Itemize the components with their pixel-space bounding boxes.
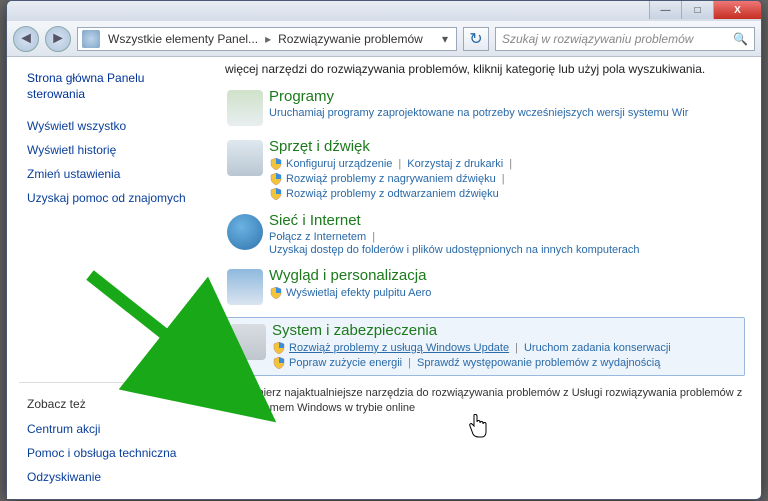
- sidebar-settings-link[interactable]: Zmień ustawienia: [27, 167, 205, 181]
- category-title[interactable]: System i zabezpieczenia: [272, 322, 742, 339]
- forward-button[interactable]: ►: [45, 26, 71, 52]
- network-icon: [225, 212, 265, 252]
- address-bar[interactable]: Wszystkie elementy Panel... ▸ Rozwiązywa…: [77, 27, 457, 51]
- use-printer-link[interactable]: Korzystaj z drukarki: [407, 158, 503, 170]
- online-tools-option: Pobierz najaktualniejsze narzędzia do ro…: [225, 386, 745, 417]
- category-title[interactable]: Wygląd i personalizacja: [269, 267, 745, 284]
- category-hardware: Sprzęt i dźwięk Konfiguruj urządzenie | …: [225, 138, 745, 202]
- category-appearance: Wygląd i personalizacja Wyświetlaj efekt…: [225, 267, 745, 307]
- system-icon: [228, 322, 268, 362]
- category-title[interactable]: Sprzęt i dźwięk: [269, 138, 745, 155]
- back-button[interactable]: ◄: [13, 26, 39, 52]
- separator: |: [502, 173, 505, 185]
- search-placeholder: Szukaj w rozwiązywaniu problemów: [502, 32, 693, 46]
- category-programs: Programy Uruchamiaj programy zaprojektow…: [225, 88, 745, 128]
- programs-icon: [225, 88, 265, 128]
- sidebar-help-support-link[interactable]: Pomoc i obsługa techniczna: [27, 446, 205, 460]
- shield-icon: [269, 172, 283, 186]
- category-title[interactable]: Sieć i Internet: [269, 212, 745, 229]
- shield-icon: [269, 286, 283, 300]
- intro-text: więcej narzędzi do rozwiązywania problem…: [225, 61, 745, 78]
- window-body: Strona główna Panelu sterowania Wyświetl…: [7, 57, 761, 499]
- aero-effects-link[interactable]: Wyświetlaj efekty pulpitu Aero: [286, 287, 431, 299]
- separator: |: [509, 158, 512, 170]
- separator: |: [372, 231, 375, 243]
- sidebar-action-center-link[interactable]: Centrum akcji: [27, 422, 205, 436]
- category-system-security[interactable]: System i zabezpieczenia Rozwiąż problemy…: [225, 317, 745, 376]
- chevron-right-icon: ▸: [262, 32, 274, 46]
- control-panel-window: — □ X ◄ ► Wszystkie elementy Panel... ▸ …: [6, 0, 762, 500]
- audio-recording-link[interactable]: Rozwiąż problemy z nagrywaniem dźwięku: [286, 173, 496, 185]
- category-title[interactable]: Programy: [269, 88, 745, 105]
- separator: |: [515, 342, 518, 354]
- maximize-button[interactable]: □: [681, 1, 713, 19]
- hardware-icon: [225, 138, 265, 178]
- search-icon[interactable]: 🔍: [733, 32, 748, 46]
- shared-folders-link[interactable]: Uzyskaj dostęp do folderów i plików udos…: [269, 244, 640, 256]
- power-usage-link[interactable]: Popraw zużycie energii: [289, 357, 402, 369]
- windows-update-troubleshoot-link[interactable]: Rozwiąż problemy z usługą Windows Update: [289, 342, 509, 354]
- shield-icon: [269, 157, 283, 171]
- control-panel-icon: [82, 30, 100, 48]
- close-button[interactable]: X: [713, 1, 761, 19]
- online-tools-checkbox[interactable]: [225, 388, 238, 401]
- connect-internet-link[interactable]: Połącz z Internetem: [269, 231, 366, 243]
- main-content: więcej narzędzi do rozwiązywania problem…: [217, 57, 761, 499]
- sidebar-show-all-link[interactable]: Wyświetl wszystko: [27, 119, 205, 133]
- minimize-button[interactable]: —: [649, 1, 681, 19]
- breadcrumb-item[interactable]: Rozwiązywanie problemów: [274, 32, 427, 46]
- sidebar-help-link[interactable]: Uzyskaj pomoc od znajomych: [27, 191, 205, 205]
- appearance-icon: [225, 267, 265, 307]
- control-panel-home-link[interactable]: Strona główna Panelu sterowania: [27, 71, 205, 102]
- maintenance-tasks-link[interactable]: Uruchom zadania konserwacji: [524, 342, 671, 354]
- divider: [19, 382, 205, 383]
- separator: |: [408, 357, 411, 369]
- titlebar: — □ X: [7, 1, 761, 21]
- chevron-down-icon[interactable]: ▾: [438, 32, 452, 46]
- sidebar: Strona główna Panelu sterowania Wyświetl…: [7, 57, 217, 499]
- shield-icon: [269, 187, 283, 201]
- configure-device-link[interactable]: Konfiguruj urządzenie: [286, 158, 392, 170]
- programs-compatibility-link[interactable]: Uruchamiaj programy zaprojektowane na po…: [269, 107, 745, 119]
- category-network: Sieć i Internet Połącz z Internetem | Uz…: [225, 212, 745, 257]
- performance-problems-link[interactable]: Sprawdź występowanie problemów z wydajno…: [417, 357, 660, 369]
- toolbar: ◄ ► Wszystkie elementy Panel... ▸ Rozwią…: [7, 21, 761, 57]
- shield-icon: [272, 341, 286, 355]
- refresh-button[interactable]: ↻: [463, 27, 489, 51]
- shield-icon: [272, 356, 286, 370]
- online-tools-label: Pobierz najaktualniejsze narzędzia do ro…: [244, 386, 745, 417]
- see-also-heading: Zobacz też: [27, 397, 205, 411]
- audio-playback-link[interactable]: Rozwiąż problemy z odtwarzaniem dźwięku: [286, 188, 499, 200]
- breadcrumb-item[interactable]: Wszystkie elementy Panel...: [104, 32, 262, 46]
- sidebar-history-link[interactable]: Wyświetl historię: [27, 143, 205, 157]
- search-input[interactable]: Szukaj w rozwiązywaniu problemów 🔍: [495, 27, 755, 51]
- separator: |: [398, 158, 401, 170]
- sidebar-recovery-link[interactable]: Odzyskiwanie: [27, 470, 205, 484]
